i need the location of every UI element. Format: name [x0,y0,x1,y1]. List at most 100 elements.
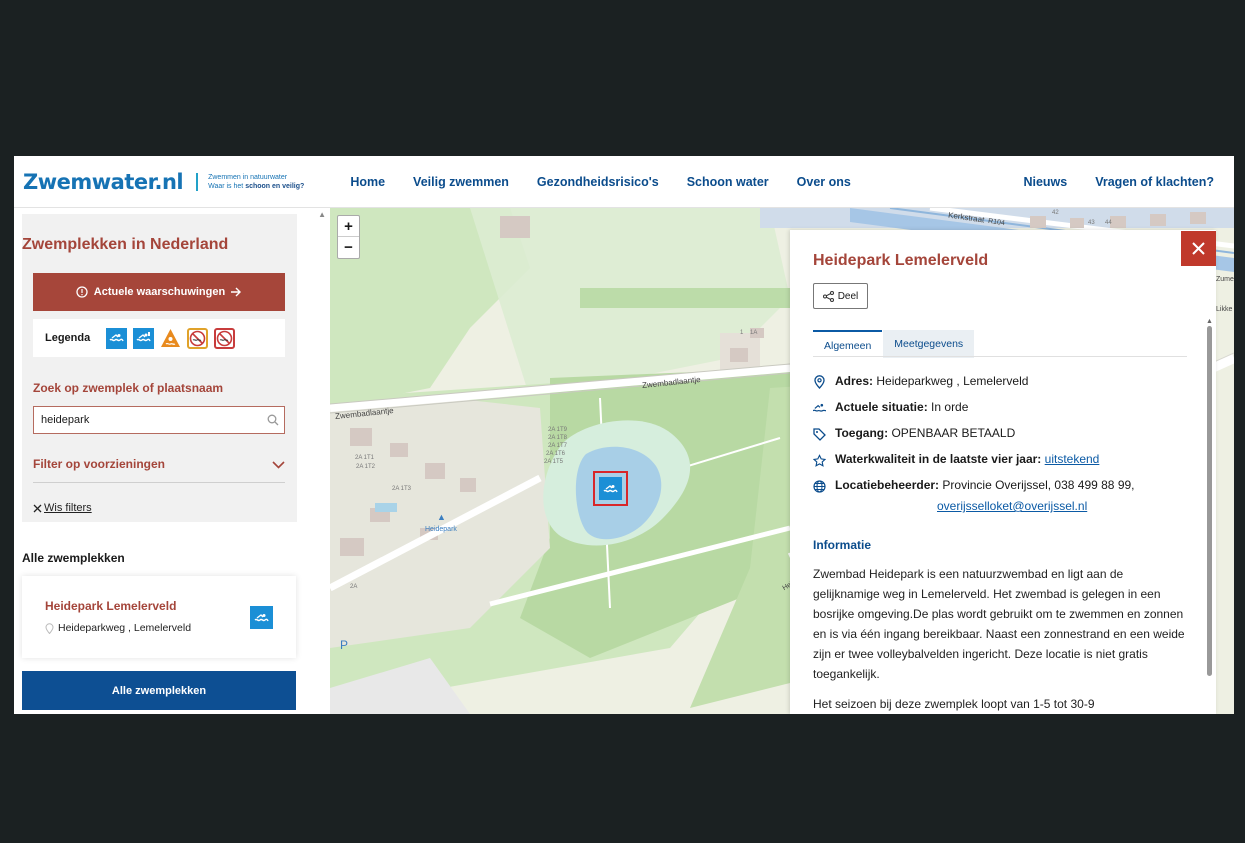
site-header: Zwemwater.nl Zwemmen in natuurwater Waar… [14,156,1234,208]
scroll-up-arrow-icon[interactable]: ▲ [318,210,326,219]
chevron-down-icon[interactable] [272,461,285,469]
search-title: Zoek op zwemplek of plaatsnaam [33,381,224,395]
filter-panel: Zwemplekken in Nederland Actuele waarsch… [22,214,297,522]
access-value: OPENBAAR BETAALD [891,426,1016,440]
house-number: 1 [740,330,744,336]
house-number: 43 [1088,220,1095,226]
house-number: 2A [350,584,358,590]
card-address-text: Heideparkweg , Lemelerveld [58,622,192,634]
warning-triangle-icon[interactable] [160,328,181,349]
secondary-nav: Nieuws Vragen of klachten? [995,175,1214,189]
warnings-button[interactable]: Actuele waarschuwingen [33,273,285,311]
close-icon [33,504,42,512]
house-number: 2A 1T3 [392,486,412,492]
info-section-title: Informatie [813,538,872,552]
share-label: Deel [837,290,859,302]
card-address: Heideparkweg , Lemelerveld [45,622,191,634]
swim-waves-icon [813,401,826,415]
zoom-out-button[interactable]: − [338,237,359,258]
swim-ok-icon [599,477,622,500]
poi-label-heidepark: Heidepark [425,526,457,533]
all-spots-button[interactable]: Alle zwemplekken [22,671,296,710]
sidebar: ▲ Zwemplekken in Nederland Actuele waars… [14,208,330,714]
nav-nieuws[interactable]: Nieuws [1023,175,1067,189]
close-icon [1192,242,1205,255]
manager-email-link[interactable]: overijsselloket@overijssel.nl [937,499,1087,513]
manager-value: Provincie Overijssel, 038 499 88 99, [942,478,1135,492]
house-number: 44 [1105,220,1112,226]
info-manager: Locatiebeheerder: Provincie Overijssel, … [813,478,1135,493]
share-button[interactable]: Deel [813,283,868,309]
zoom-in-button[interactable]: + [338,216,359,237]
star-icon [813,453,826,467]
search-icon[interactable] [262,414,284,426]
nav-over-ons[interactable]: Over ons [797,175,851,189]
status-label: Actuele situatie: [835,400,928,414]
edge-label: Likke [1216,306,1233,313]
quality-link[interactable]: uitstekend [1045,452,1100,466]
location-pin-icon [813,375,826,389]
detail-scrollbar[interactable] [1207,326,1212,676]
season-text: Het seizoen bij deze zwemplek loopt van … [813,697,1095,711]
tagline-part-a: Waar is het [208,182,246,190]
site-logo[interactable]: Zwemwater.nl [23,170,184,194]
access-label: Toegang: [835,426,889,440]
nav-home[interactable]: Home [350,175,385,189]
alert-circle-icon [76,286,88,298]
house-number: 2A 1T6 [546,451,566,457]
manager-label: Locatiebeheerder: [835,478,940,492]
info-access-text: Toegang: OPENBAAR BETAALD [835,426,1015,440]
parking-label: P [340,638,349,652]
info-quality: Waterkwaliteit in de laatste vier jaar: … [813,452,1099,467]
nav-veilig-zwemmen[interactable]: Veilig zwemmen [413,175,509,189]
address-label: Adres: [835,374,874,388]
card-title[interactable]: Heidepark Lemelerveld [45,599,176,613]
search-input[interactable]: heidepark [33,406,285,434]
address-value: Heideparkweg , Lemelerveld [876,374,1029,388]
swim-ok-icon[interactable] [106,327,128,349]
tab-algemeen[interactable]: Algemeen [813,330,883,358]
filter-toggle[interactable]: Filter op voorzieningen [33,457,165,471]
manager-email-wrap: overijsselloket@overijssel.nl [937,499,1087,513]
swim-warning-icon[interactable] [133,327,155,349]
zoom-control: + − [337,215,360,259]
nav-vragen-of-klachten[interactable]: Vragen of klachten? [1095,175,1214,189]
close-button[interactable] [1181,231,1216,266]
swim-ban-icon[interactable] [214,327,236,349]
clear-filters-link[interactable]: Wis filters [33,502,92,514]
info-access: Toegang: OPENBAAR BETAALD [813,426,1015,441]
house-number: 2A 1T8 [548,435,568,441]
site-tagline: Zwemmen in natuurwater Waar is het schoo… [196,172,304,191]
swim-ok-icon [250,606,273,629]
tagline-line-2: Waar is het schoon en veilig? [208,182,304,191]
tab-divider [813,356,1187,357]
nav-schoon-water[interactable]: Schoon water [687,175,769,189]
tagline-part-b: schoon en veilig? [245,182,305,190]
location-pin-icon [45,622,54,634]
tab-meetgegevens[interactable]: Meetgegevens [883,330,975,358]
detail-panel: Heidepark Lemelerveld Deel Algemeen Meet… [790,230,1216,714]
info-address-text: Adres: Heideparkweg , Lemelerveld [835,374,1028,388]
house-number: 42 [1052,210,1059,216]
info-status: Actuele situatie: In orde [813,400,968,415]
info-address: Adres: Heideparkweg , Lemelerveld [813,374,1028,389]
legend: Legenda [33,319,285,357]
house-number: 2A 1T9 [548,427,568,433]
all-spots-title: Alle zwemplekken [22,551,125,565]
share-icon [822,290,834,302]
nav-gezondheidsrisicos[interactable]: Gezondheidsrisico's [537,175,659,189]
detail-scroll-up-icon[interactable]: ▲ [1206,318,1213,325]
list-item[interactable]: Heidepark Lemelerveld Heideparkweg , Lem… [22,576,296,658]
clear-filters-label: Wis filters [44,502,92,514]
tag-icon [813,427,826,441]
sidebar-title: Zwemplekken in Nederland [22,236,229,253]
house-number: 2A 1T2 [356,464,376,470]
info-manager-text: Locatiebeheerder: Provincie Overijssel, … [835,478,1135,492]
detail-title: Heidepark Lemelerveld [813,252,989,269]
browser-viewport: Zwemwater.nl Zwemmen in natuurwater Waar… [14,156,1234,714]
no-swim-advice-icon[interactable] [187,327,209,349]
house-number: 1A [750,330,758,336]
map-marker-heidepark[interactable] [593,471,628,506]
search-input-value[interactable]: heidepark [41,414,262,426]
tagline-line-1: Zwemmen in natuurwater [208,173,288,181]
